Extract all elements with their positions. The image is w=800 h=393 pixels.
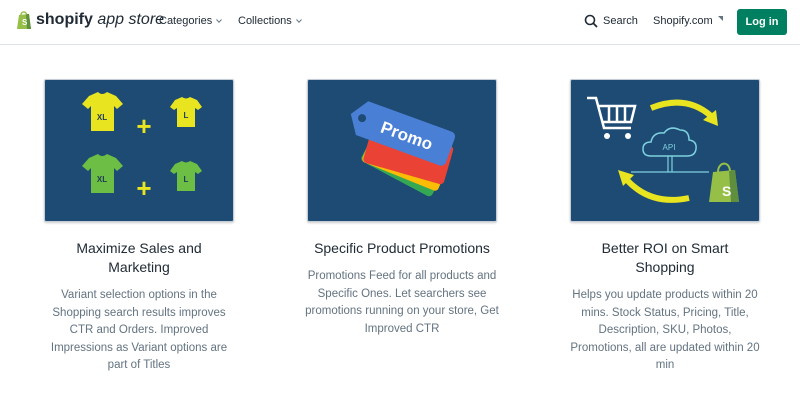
login-button[interactable]: Log in bbox=[737, 9, 787, 35]
shopify-bag-icon: S bbox=[17, 11, 31, 29]
svg-text:S: S bbox=[22, 18, 28, 27]
feature-image-card: Promo bbox=[307, 79, 497, 222]
shopify-com-link[interactable]: Shopify.com bbox=[653, 15, 724, 27]
top-nav-bar: S shopify app store Categories Collectio… bbox=[0, 0, 800, 45]
external-link-icon bbox=[717, 16, 723, 21]
shirt-label-l-2: L bbox=[184, 175, 189, 184]
search-label: Search bbox=[603, 15, 638, 27]
nav-categories-label: Categories bbox=[159, 15, 213, 27]
feature-maximize-sales: XL L XL L + + Maximize Sales and Marketi… bbox=[11, 79, 267, 375]
feature-description: Promotions Feed for all products and Spe… bbox=[305, 270, 499, 335]
feature-title: Specific Product Promotions bbox=[314, 240, 490, 256]
shirt-label-xl-1: XL bbox=[97, 113, 107, 122]
logo-rest-text: app store bbox=[92, 11, 165, 28]
login-label: Log in bbox=[745, 16, 779, 28]
chevron-down-icon bbox=[216, 19, 223, 24]
nav-categories[interactable]: Categories bbox=[159, 15, 223, 27]
shopify-app-store-logo[interactable]: S shopify app store bbox=[16, 10, 164, 30]
tshirt-variants-icon: XL L XL L + + bbox=[82, 92, 202, 203]
feature-title: Better ROI on Smart Shopping bbox=[601, 240, 729, 275]
nav-collections-label: Collections bbox=[238, 15, 292, 27]
feature-description: Variant selection options in the Shoppin… bbox=[50, 289, 228, 371]
feature-description: Helps you update products within 20 mins… bbox=[570, 289, 760, 371]
chevron-down-icon bbox=[295, 19, 302, 24]
search-icon bbox=[584, 14, 598, 28]
plus-sign-2: + bbox=[136, 173, 151, 203]
plus-sign-1: + bbox=[136, 111, 151, 141]
feature-image-card: API S bbox=[570, 79, 760, 222]
api-sync-icon: API S bbox=[587, 96, 739, 203]
shopify-com-label: Shopify.com bbox=[653, 15, 713, 27]
feature-image-card: XL L XL L + + bbox=[44, 79, 234, 222]
search-button[interactable]: Search bbox=[584, 14, 638, 28]
feature-better-roi: API S Better ROI on Smart Shopping Helps… bbox=[537, 79, 793, 375]
shirt-label-l-1: L bbox=[184, 111, 189, 120]
promo-tags-icon: Promo bbox=[350, 101, 456, 197]
svg-text:S: S bbox=[722, 183, 731, 199]
feature-title: Maximize Sales and Marketing bbox=[76, 240, 202, 275]
logo-bold-text: shopify bbox=[36, 11, 93, 28]
shopping-cart-icon bbox=[587, 96, 637, 130]
api-cloud-label: API bbox=[663, 143, 676, 152]
feature-product-promotions: Promo Specific Product Promotions Promot… bbox=[274, 79, 530, 338]
nav-collections[interactable]: Collections bbox=[238, 15, 302, 27]
shopify-bag-icon: S bbox=[709, 162, 739, 202]
shirt-label-xl-2: XL bbox=[97, 175, 107, 184]
